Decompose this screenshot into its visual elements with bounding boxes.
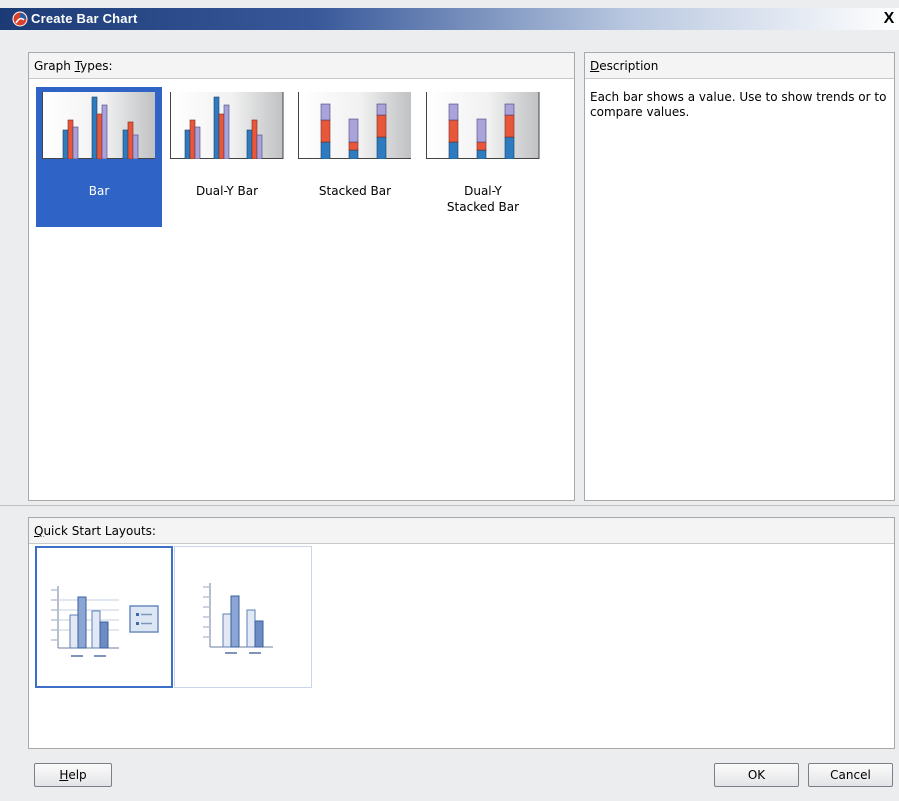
panel-splitter[interactable] <box>576 52 583 501</box>
quick-layout-without-legend[interactable] <box>174 546 312 688</box>
cancel-button[interactable]: Cancel <box>808 763 893 787</box>
section-divider <box>0 505 899 507</box>
quick-layout-with-legend[interactable] <box>35 546 173 688</box>
stacked-bar-chart-icon <box>298 92 411 159</box>
description-label: Description <box>590 59 659 73</box>
description-text: Each bar shows a value. Use to show tren… <box>590 90 887 119</box>
graph-type-bar[interactable]: Bar <box>36 87 162 227</box>
dual-y-stacked-bar-chart-icon <box>426 92 540 159</box>
graph-types-header: Graph Types: <box>29 53 574 79</box>
layout-with-legend-icon <box>51 586 159 657</box>
graph-type-label: Dual-Y Bar <box>195 184 259 198</box>
help-mnemonic: H <box>59 768 69 782</box>
dual-y-bar-chart-icon <box>170 92 284 159</box>
quick-start-header: Quick Start Layouts: <box>29 518 894 544</box>
graph-type-stacked-bar[interactable]: Stacked Bar <box>292 87 418 227</box>
graph-type-label-text: Dual-Y Stacked Bar <box>446 184 520 214</box>
ok-button[interactable]: OK <box>714 763 799 787</box>
graph-type-label: Dual-Y Stacked Bar <box>420 183 546 215</box>
quick-start-panel: Quick Start Layouts: <box>28 517 895 749</box>
description-header: Description <box>585 53 894 79</box>
graph-types-label: Graph Types: <box>34 59 113 73</box>
close-button[interactable]: X <box>881 10 897 28</box>
layout-without-legend-icon <box>203 583 273 654</box>
create-bar-chart-dialog: Create Bar Chart X Graph Types: Bar Dual… <box>0 0 899 801</box>
title-bar[interactable]: Create Bar Chart X <box>0 8 899 30</box>
graph-types-panel: Graph Types: Bar Dual-Y Bar Stacked Bar … <box>28 52 575 501</box>
graph-type-label: Stacked Bar <box>318 184 392 198</box>
help-button[interactable]: Help <box>34 763 112 787</box>
help-label-rest: elp <box>68 768 87 782</box>
bar-chart-icon <box>42 92 155 159</box>
graph-type-dual-y-stacked-bar[interactable]: Dual-Y Stacked Bar <box>420 87 546 227</box>
graph-type-label: Bar <box>88 184 110 198</box>
graph-type-dual-y-bar[interactable]: Dual-Y Bar <box>164 87 290 227</box>
quick-start-label: Quick Start Layouts: <box>34 524 156 538</box>
app-icon <box>12 11 28 27</box>
close-icon: X <box>883 10 895 27</box>
description-panel: Description Each bar shows a value. Use … <box>584 52 895 501</box>
dialog-title: Create Bar Chart <box>31 11 138 26</box>
